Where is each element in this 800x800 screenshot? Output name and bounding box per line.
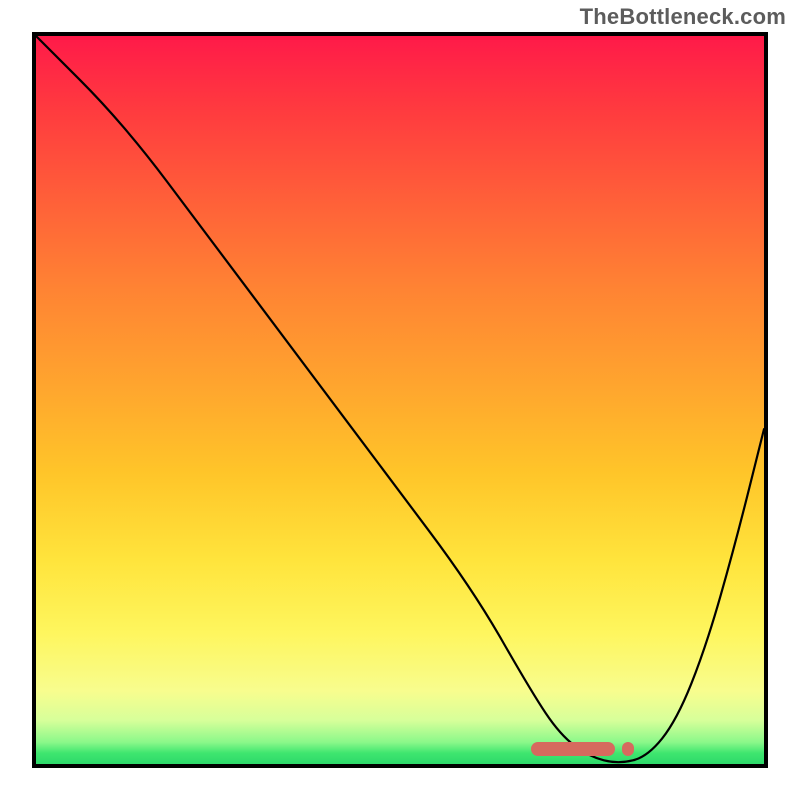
optimal-marker-dot	[622, 742, 634, 756]
bottleneck-curve	[36, 36, 764, 764]
watermark-text: TheBottleneck.com	[580, 4, 786, 30]
plot-area	[32, 32, 768, 768]
optimal-marker	[531, 742, 615, 756]
chart-container: TheBottleneck.com	[0, 0, 800, 800]
